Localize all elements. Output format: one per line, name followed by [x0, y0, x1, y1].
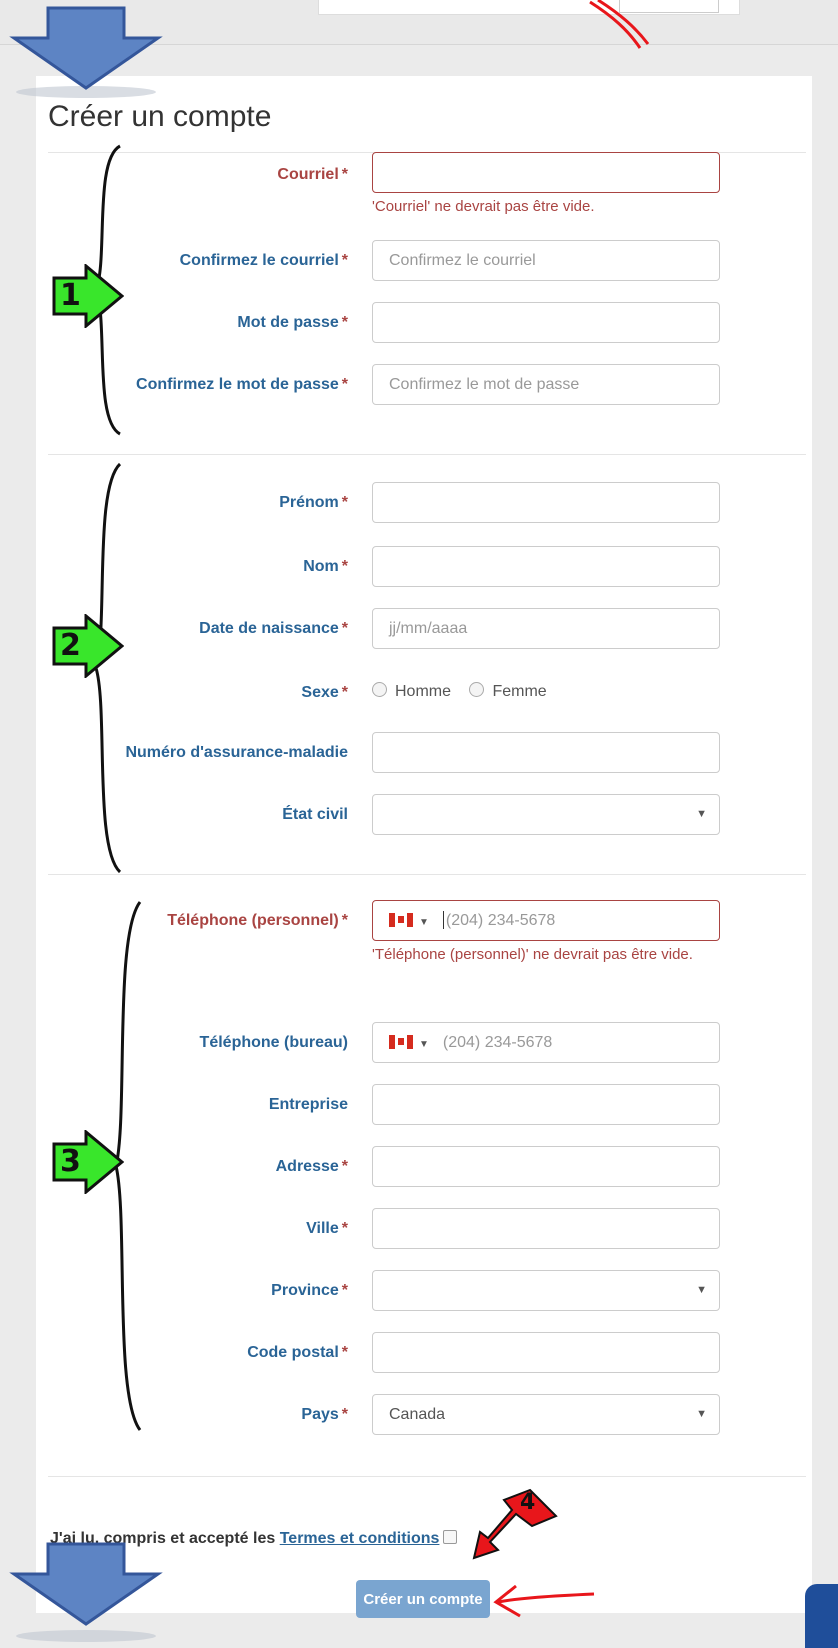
- red-arrow-step-4: 4: [470, 1486, 560, 1562]
- chevron-down-icon: ▼: [696, 808, 707, 820]
- green-arrow-step-1: 1: [52, 264, 124, 328]
- down-arrow-icon: [9, 1542, 163, 1642]
- red-hand-arrow-icon: [493, 1584, 595, 1618]
- phone-personal-label: Téléphone (personnel) *: [167, 912, 348, 929]
- create-account-button[interactable]: Créer un compte: [356, 1580, 490, 1618]
- postal-code-input[interactable]: [372, 1332, 720, 1373]
- address-input[interactable]: [372, 1146, 720, 1187]
- section-divider-2: [48, 874, 806, 875]
- address-label: Adresse *: [275, 1158, 348, 1175]
- down-arrow-icon: [9, 6, 163, 98]
- radio-homme[interactable]: [372, 682, 387, 697]
- phone-work-label: Téléphone (bureau): [199, 1034, 348, 1051]
- birthdate-input[interactable]: jj/mm/aaaa: [372, 608, 720, 649]
- section-divider-1: [48, 454, 806, 455]
- canada-flag-icon[interactable]: [389, 913, 413, 927]
- chevron-down-icon: ▼: [696, 1284, 707, 1296]
- country-label: Pays *: [301, 1406, 348, 1423]
- email-input[interactable]: [372, 152, 720, 193]
- country-dropdown-icon[interactable]: ▼: [419, 1039, 429, 1050]
- last-name-input[interactable]: [372, 546, 720, 587]
- postal-code-label: Code postal *: [247, 1344, 348, 1361]
- green-arrow-step-2: 2: [52, 614, 124, 678]
- marital-status-label: État civil: [282, 806, 348, 823]
- red-scribble-annotation: [589, 0, 650, 49]
- step-number: 4: [520, 1490, 536, 1515]
- company-input[interactable]: [372, 1084, 720, 1125]
- sex-radio-group: Homme Femme: [372, 682, 561, 701]
- terms-checkbox[interactable]: [443, 1530, 458, 1544]
- first-name-label: Prénom *: [279, 494, 348, 511]
- terms-link[interactable]: Termes et conditions: [280, 1530, 440, 1547]
- green-arrow-step-3: 3: [52, 1130, 124, 1194]
- confirm-email-label: Confirmez le courriel *: [179, 252, 348, 269]
- city-label: Ville *: [306, 1220, 348, 1237]
- blue-corner-widget: [805, 1584, 838, 1648]
- radio-femme[interactable]: [469, 682, 485, 697]
- radio-femme-label[interactable]: Femme: [492, 683, 546, 700]
- chevron-down-icon: ▼: [696, 1408, 707, 1420]
- confirm-password-label: Confirmez le mot de passe *: [136, 376, 348, 393]
- section-divider-3: [48, 1476, 806, 1477]
- birthdate-label: Date de naissance *: [199, 620, 348, 637]
- first-name-input[interactable]: [372, 482, 720, 523]
- last-name-label: Nom *: [303, 558, 348, 575]
- sex-label: Sexe *: [301, 684, 348, 701]
- top-search-box[interactable]: [318, 0, 740, 15]
- phone-personal-input[interactable]: ▼ (204) 234-5678: [372, 900, 720, 941]
- email-label: Courriel *: [277, 166, 348, 183]
- email-error: 'Courriel' ne devrait pas être vide.: [372, 198, 595, 215]
- page-title: Créer un compte: [48, 100, 272, 133]
- phone-personal-error: 'Téléphone (personnel)' ne devrait pas ê…: [372, 946, 693, 963]
- password-label: Mot de passe *: [237, 314, 348, 331]
- country-dropdown-icon[interactable]: ▼: [419, 917, 429, 928]
- city-input[interactable]: [372, 1208, 720, 1249]
- password-input[interactable]: [372, 302, 720, 343]
- health-number-input[interactable]: [372, 732, 720, 773]
- confirm-email-input[interactable]: Confirmez le courriel: [372, 240, 720, 281]
- marital-status-select[interactable]: ▼: [372, 794, 720, 835]
- province-label: Province *: [271, 1282, 348, 1299]
- red-arrow-icon: [472, 1488, 558, 1560]
- phone-work-input[interactable]: ▼ (204) 234-5678: [372, 1022, 720, 1063]
- province-select[interactable]: ▼: [372, 1270, 720, 1311]
- company-label: Entreprise: [268, 1096, 348, 1113]
- step-number: 3: [60, 1144, 81, 1179]
- text-cursor: [442, 911, 444, 929]
- step-number: 2: [60, 628, 81, 663]
- health-number-label: Numéro d'assurance-maladie: [125, 744, 348, 761]
- step-number: 1: [60, 278, 81, 313]
- country-select[interactable]: Canada ▼: [372, 1394, 720, 1435]
- canada-flag-icon[interactable]: [389, 1035, 413, 1049]
- confirm-password-input[interactable]: Confirmez le mot de passe: [372, 364, 720, 405]
- radio-homme-label[interactable]: Homme: [395, 683, 451, 700]
